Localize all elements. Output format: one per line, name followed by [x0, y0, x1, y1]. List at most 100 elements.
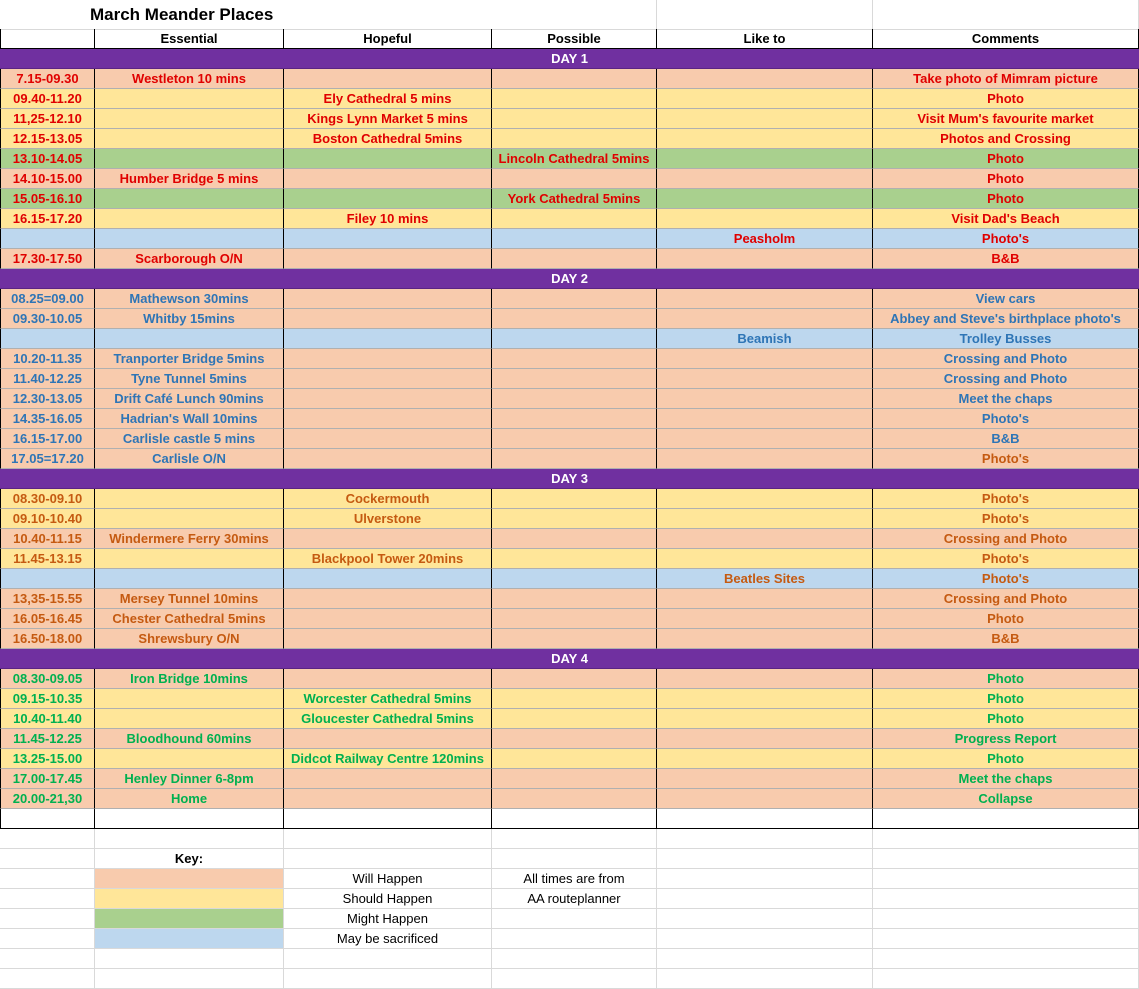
cell-hopeful[interactable]: [284, 409, 492, 429]
cell-hopeful[interactable]: [284, 309, 492, 329]
empty-cell[interactable]: [657, 829, 873, 849]
empty-cell[interactable]: [657, 0, 873, 30]
empty-cell[interactable]: [492, 0, 657, 30]
cell-hopeful[interactable]: [284, 789, 492, 809]
cell-possible[interactable]: [492, 229, 657, 249]
cell-essential[interactable]: Chester Cathedral 5mins: [95, 609, 284, 629]
cell-possible[interactable]: [492, 129, 657, 149]
cell-possible[interactable]: [492, 729, 657, 749]
cell-possible[interactable]: [492, 89, 657, 109]
cell-possible[interactable]: [492, 249, 657, 269]
cell-like-to[interactable]: [657, 149, 873, 169]
cell-time[interactable]: 10.40-11.40: [0, 709, 95, 729]
cell-hopeful[interactable]: [284, 389, 492, 409]
cell-possible[interactable]: [492, 369, 657, 389]
cell-time[interactable]: 16.15-17.00: [0, 429, 95, 449]
cell-hopeful[interactable]: Ulverstone: [284, 509, 492, 529]
cell-essential[interactable]: Shrewsbury O/N: [95, 629, 284, 649]
cell-comments[interactable]: Photo's: [873, 409, 1139, 429]
cell-comments[interactable]: Crossing and Photo: [873, 369, 1139, 389]
cell-like-to[interactable]: [657, 309, 873, 329]
cell-possible[interactable]: [492, 349, 657, 369]
key-swatch[interactable]: [95, 869, 284, 889]
cell-possible[interactable]: [492, 289, 657, 309]
cell-like-to[interactable]: [657, 249, 873, 269]
key-swatch[interactable]: [95, 909, 284, 929]
cell-comments[interactable]: B&B: [873, 249, 1139, 269]
empty-cell[interactable]: [492, 909, 657, 929]
cell-time[interactable]: 08.25=09.00: [0, 289, 95, 309]
cell-comments[interactable]: Photo: [873, 689, 1139, 709]
cell-like-to[interactable]: [657, 109, 873, 129]
empty-cell[interactable]: [873, 949, 1139, 969]
cell-comments[interactable]: Photo: [873, 749, 1139, 769]
empty-cell[interactable]: [0, 869, 95, 889]
empty-cell[interactable]: [657, 909, 873, 929]
cell-time[interactable]: 09.15-10.35: [0, 689, 95, 709]
empty-cell[interactable]: [873, 849, 1139, 869]
cell-comments[interactable]: Photo: [873, 189, 1139, 209]
cell-hopeful[interactable]: [284, 149, 492, 169]
cell-time[interactable]: [0, 329, 95, 349]
cell-time[interactable]: 08.30-09.05: [0, 669, 95, 689]
cell-essential[interactable]: Westleton 10 mins: [95, 69, 284, 89]
empty-cell[interactable]: [0, 949, 95, 969]
cell-comments[interactable]: Crossing and Photo: [873, 529, 1139, 549]
cell-essential[interactable]: [95, 549, 284, 569]
cell-like-to[interactable]: [657, 89, 873, 109]
cell-time[interactable]: 17.00-17.45: [0, 769, 95, 789]
cell-like-to[interactable]: [657, 449, 873, 469]
cell-hopeful[interactable]: [284, 629, 492, 649]
cell-possible[interactable]: [492, 609, 657, 629]
header-possible[interactable]: Possible: [492, 29, 657, 49]
cell-hopeful[interactable]: [284, 569, 492, 589]
cell-possible[interactable]: [492, 569, 657, 589]
cell-time[interactable]: [0, 569, 95, 589]
cell-comments[interactable]: Visit Dad's Beach: [873, 209, 1139, 229]
cell-essential[interactable]: Bloodhound 60mins: [95, 729, 284, 749]
cell-like-to[interactable]: [657, 349, 873, 369]
cell-possible[interactable]: [492, 209, 657, 229]
cell-time[interactable]: [0, 229, 95, 249]
empty-cell[interactable]: [657, 969, 873, 989]
cell-hopeful[interactable]: [284, 429, 492, 449]
cell-time[interactable]: 13.10-14.05: [0, 149, 95, 169]
cell-comments[interactable]: Photos and Crossing: [873, 129, 1139, 149]
cell-like-to[interactable]: [657, 709, 873, 729]
cell-like-to[interactable]: [657, 789, 873, 809]
empty-cell[interactable]: [284, 969, 492, 989]
empty-cell[interactable]: [873, 829, 1139, 849]
empty-cell[interactable]: [0, 849, 95, 869]
cell-comments[interactable]: Meet the chaps: [873, 389, 1139, 409]
cell-essential[interactable]: Drift Café Lunch 90mins: [95, 389, 284, 409]
empty-cell[interactable]: [657, 929, 873, 949]
empty-cell[interactable]: [0, 809, 95, 829]
header-hopeful[interactable]: Hopeful: [284, 29, 492, 49]
cell-comments[interactable]: Collapse: [873, 789, 1139, 809]
cell-possible[interactable]: [492, 789, 657, 809]
cell-time[interactable]: 12.15-13.05: [0, 129, 95, 149]
empty-cell[interactable]: [873, 809, 1139, 829]
cell-comments[interactable]: Photo: [873, 709, 1139, 729]
cell-comments[interactable]: Photo's: [873, 569, 1139, 589]
cell-time[interactable]: 7.15-09.30: [0, 69, 95, 89]
cell-hopeful[interactable]: [284, 369, 492, 389]
cell-essential[interactable]: Henley Dinner 6-8pm: [95, 769, 284, 789]
cell-possible[interactable]: York Cathedral 5mins: [492, 189, 657, 209]
cell-possible[interactable]: [492, 329, 657, 349]
cell-like-to[interactable]: [657, 169, 873, 189]
empty-cell[interactable]: [873, 969, 1139, 989]
cell-time[interactable]: 13,35-15.55: [0, 589, 95, 609]
empty-cell[interactable]: [95, 829, 284, 849]
cell-essential[interactable]: [95, 189, 284, 209]
key-title[interactable]: Key:: [95, 849, 284, 869]
cell-like-to[interactable]: [657, 729, 873, 749]
cell-like-to[interactable]: [657, 589, 873, 609]
key-label[interactable]: Will Happen: [284, 869, 492, 889]
empty-cell[interactable]: [657, 889, 873, 909]
cell-hopeful[interactable]: [284, 329, 492, 349]
cell-essential[interactable]: [95, 509, 284, 529]
cell-essential[interactable]: [95, 89, 284, 109]
cell-comments[interactable]: View cars: [873, 289, 1139, 309]
cell-hopeful[interactable]: [284, 249, 492, 269]
